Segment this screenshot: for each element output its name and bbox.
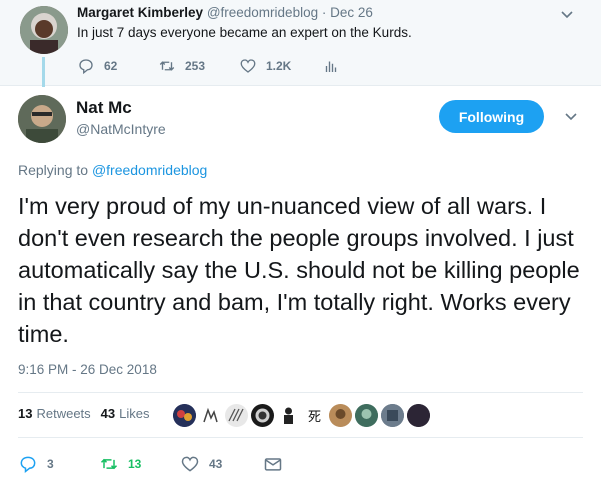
retweets-stat[interactable]: 13 Retweets [18,406,91,421]
parent-date[interactable]: Dec 26 [330,5,373,20]
like-count: 43 [209,457,223,471]
retweet-icon [159,61,175,71]
parent-header: Margaret Kimberley @freedomrideblog · De… [77,5,373,20]
replying-to-label: Replying to [18,162,89,178]
chevron-down-icon[interactable] [563,108,579,124]
following-button[interactable]: Following [439,100,544,133]
author-name[interactable]: Nat Mc [76,98,132,118]
divider [18,437,583,438]
parent-retweet-count: 253 [185,59,206,73]
liker-avatars: 死 [173,404,433,428]
liker-avatar-kanji[interactable]: 死 [303,404,326,427]
tweet-stats: 13 Retweets 43 Likes [18,406,150,421]
parent-author-name[interactable]: Margaret Kimberley [77,5,203,20]
liker-avatar[interactable] [225,404,248,427]
tweet-actions: 3 13 43 [18,454,283,474]
author-handle[interactable]: @NatMcIntyre [76,121,166,137]
liker-avatar[interactable] [199,404,222,427]
tweet-text: I'm very proud of my un-nuanced view of … [18,193,580,347]
retweet-icon [100,458,118,470]
parent-retweet-button[interactable]: 253 [158,57,239,75]
reply-count: 3 [47,457,54,471]
parent-like-count: 1.2K [266,59,292,73]
tweet-timestamp[interactable]: 9:16 PM - 26 Dec 2018 [18,362,157,377]
replying-to: Replying to @freedomrideblog [18,162,207,178]
parent-tweet[interactable]: Margaret Kimberley @freedomrideblog · De… [0,0,601,86]
likes-stat[interactable]: 43 Likes [101,406,150,421]
reply-icon [79,59,93,75]
message-icon [264,458,282,471]
liker-avatar[interactable] [329,404,352,427]
like-button[interactable]: 43 [180,454,263,474]
replying-to-handle-link[interactable]: @freedomrideblog [92,162,207,178]
like-icon [240,59,256,73]
parent-tweet-text: In just 7 days everyone became an expert… [77,25,412,40]
reply-icon [20,456,36,474]
parent-reply-button[interactable]: 62 [77,57,158,75]
like-icon [181,456,199,472]
parent-like-button[interactable]: 1.2K [239,57,322,75]
retweet-count: 13 [128,457,142,471]
parent-actions: 62 253 1.2K [77,57,340,75]
direct-message-button[interactable] [263,454,283,474]
likes-stat-label: Likes [119,406,150,421]
retweet-button[interactable]: 13 [99,454,180,474]
liker-avatar[interactable] [173,404,196,427]
liker-avatar[interactable] [407,404,430,427]
liker-avatar[interactable] [251,404,274,427]
thread-connector [42,57,45,87]
parent-author-handle[interactable]: @freedomrideblog [207,5,318,20]
parent-reply-count: 62 [104,59,118,73]
liker-avatar[interactable] [355,404,378,427]
retweets-stat-count: 13 [18,406,33,421]
separator-dot: · [321,5,327,20]
parent-avatar[interactable] [20,6,68,54]
retweets-stat-label: Retweets [36,406,91,421]
parent-analytics-button[interactable] [322,57,340,75]
likes-stat-count: 43 [100,406,116,421]
liker-avatar[interactable] [381,404,404,427]
reply-button[interactable]: 3 [18,454,99,474]
author-avatar[interactable] [18,95,66,143]
liker-avatar[interactable] [277,404,300,427]
analytics-icon [325,61,337,72]
chevron-down-icon[interactable] [559,6,575,22]
divider [18,392,583,393]
